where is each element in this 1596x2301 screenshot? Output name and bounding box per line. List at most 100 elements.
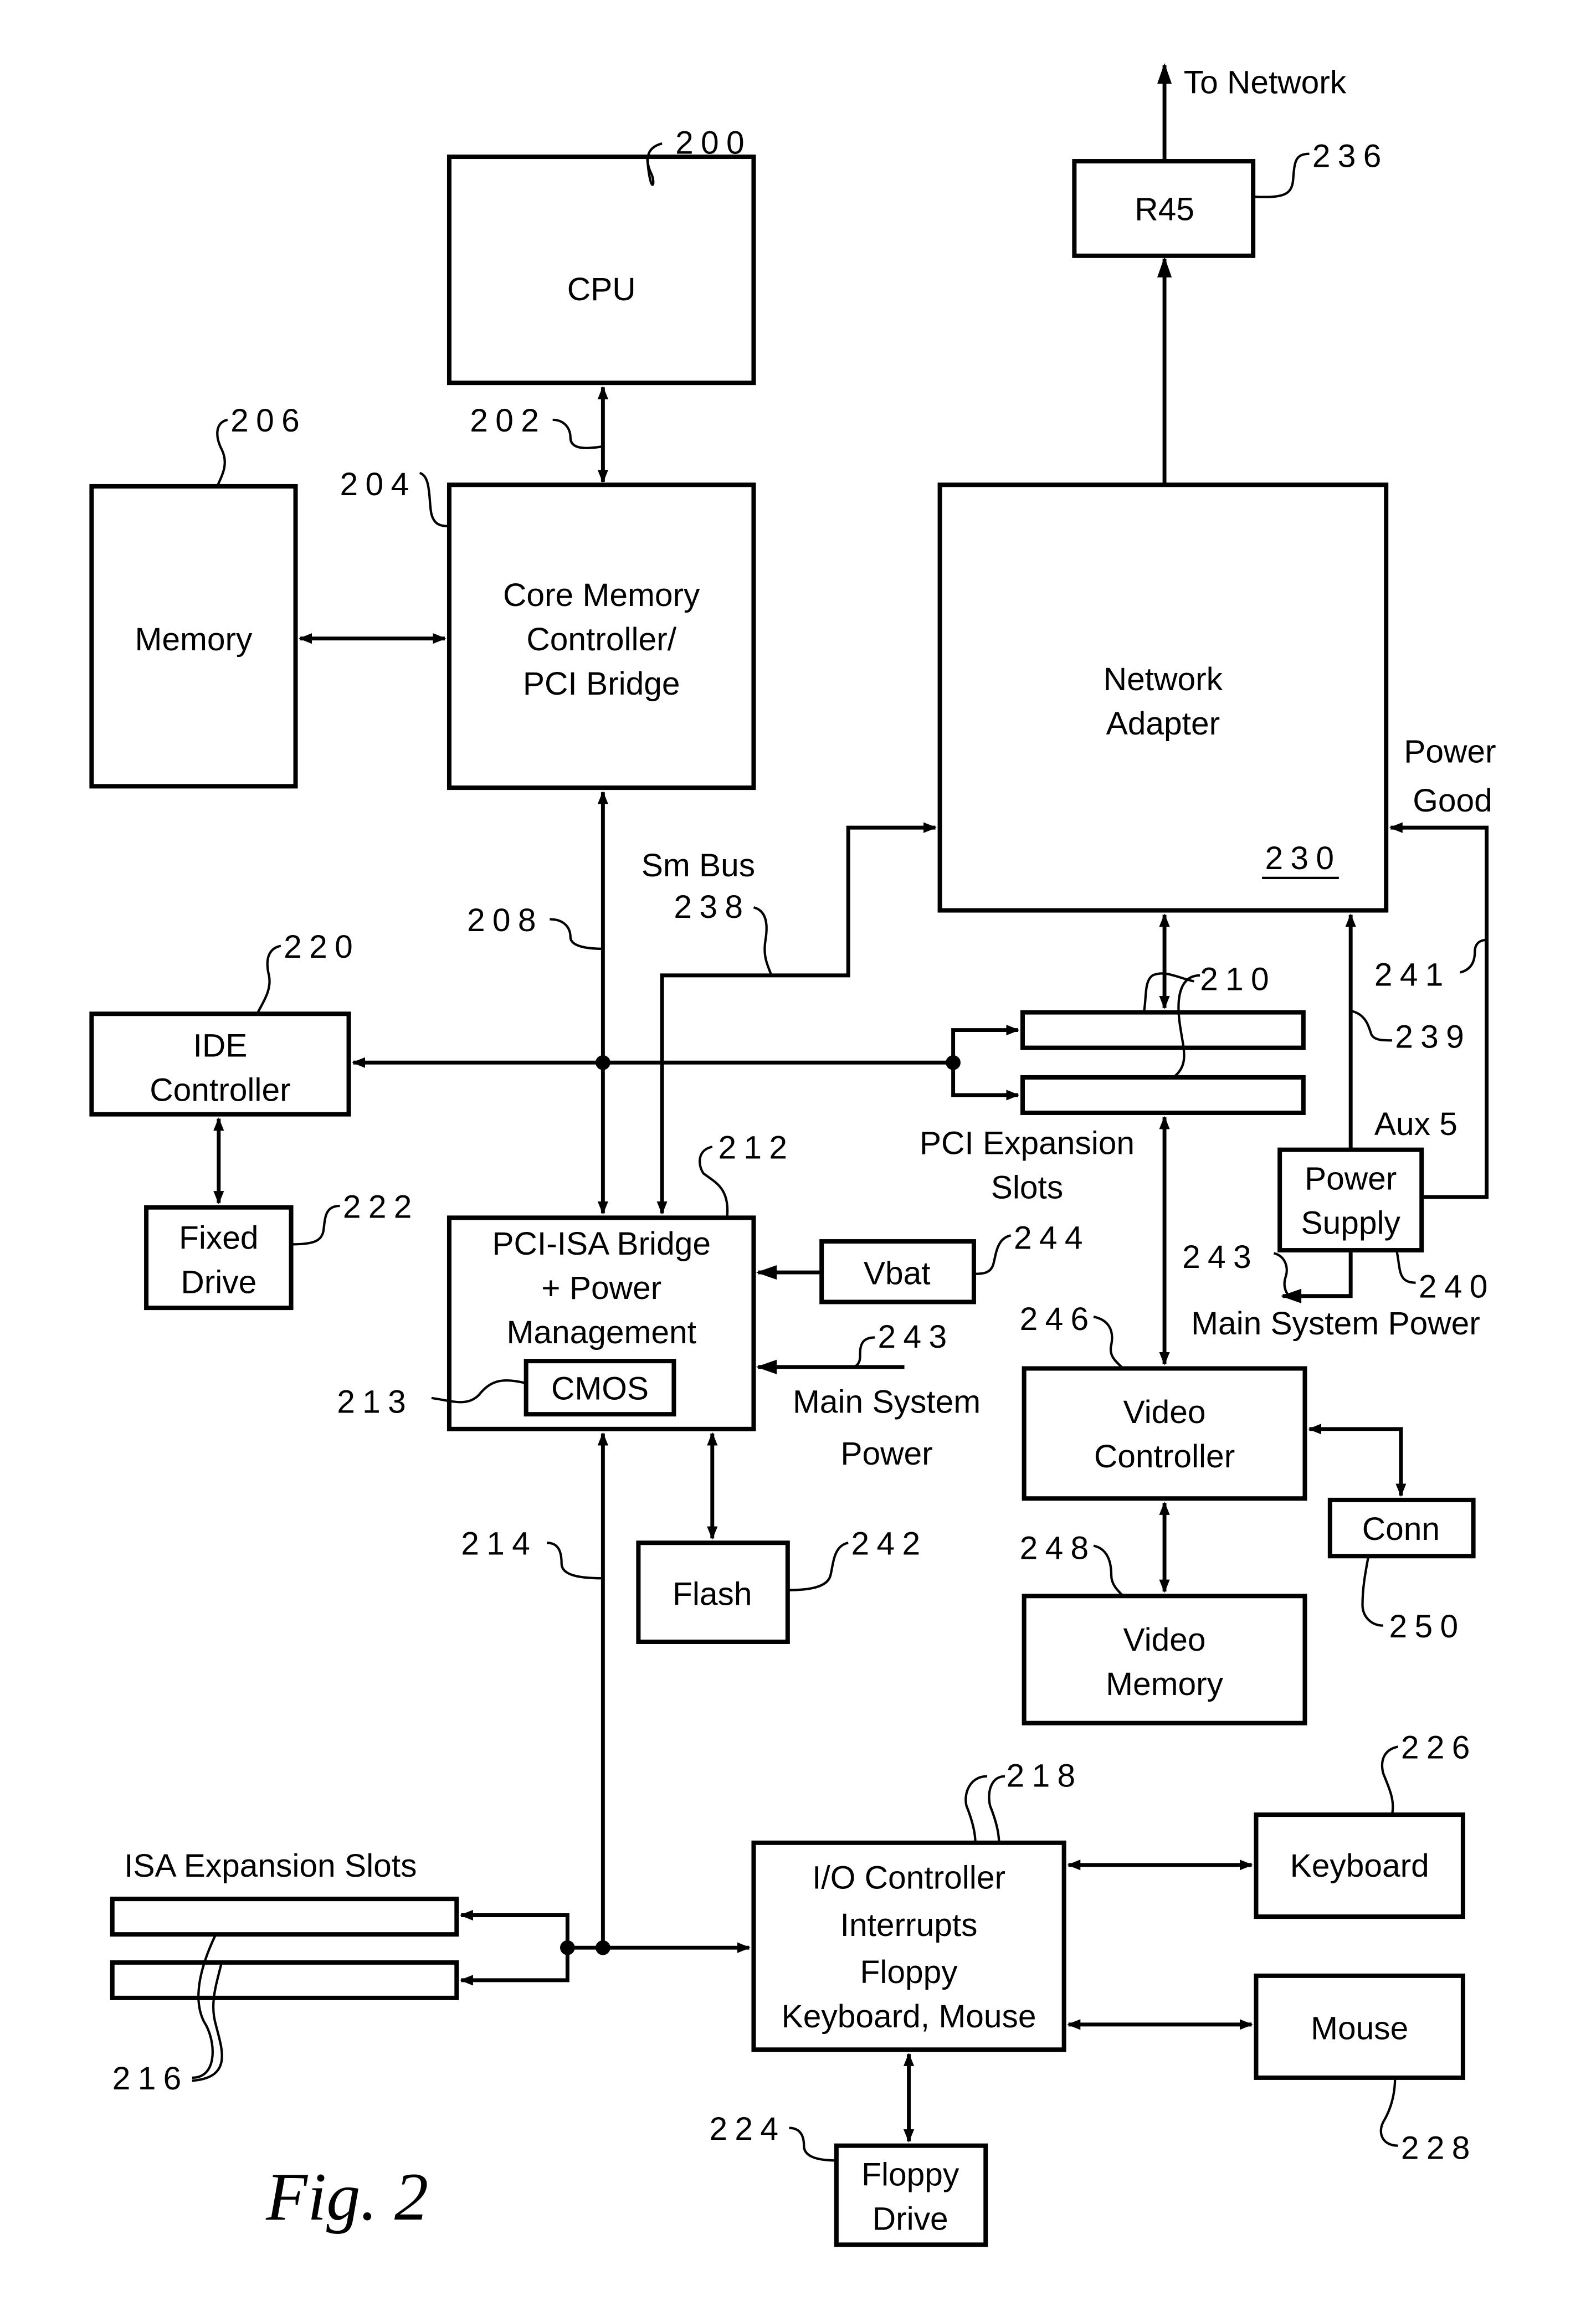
fixed-drive-label-line1: Fixed bbox=[179, 1220, 258, 1256]
wire-video-controller-conn bbox=[1308, 1424, 1407, 1497]
leader-224 bbox=[789, 2127, 837, 2162]
ref-isa-slots: 216 bbox=[112, 2061, 189, 2097]
system-block-diagram: CPU 200 Core Memory Controller/ PCI Brid… bbox=[89, 63, 1496, 2247]
bridge-label-line2: + Power bbox=[541, 1270, 661, 1306]
leader-222 bbox=[291, 1204, 340, 1246]
ref-keyboard: 226 bbox=[1401, 1730, 1477, 1766]
ref-network-adapter: 230 bbox=[1265, 840, 1341, 876]
ref-main-system-power-bridge: 243 bbox=[878, 1319, 954, 1355]
ref-bridge: 212 bbox=[718, 1130, 794, 1166]
video-memory-block: Video Memory bbox=[1022, 1594, 1307, 1725]
isa-slot-2 bbox=[110, 1960, 459, 2000]
junction-isa-bus bbox=[596, 1940, 610, 1955]
ide-controller-block: IDE Controller bbox=[89, 1011, 351, 1117]
ref-flash: 242 bbox=[851, 1526, 928, 1562]
ref-r45: 236 bbox=[1312, 138, 1389, 174]
ref-main-system-power-ps: 243 bbox=[1182, 1239, 1259, 1275]
ref-pci-bus: 208 bbox=[467, 902, 543, 938]
flash-block: Flash bbox=[636, 1540, 790, 1644]
fixed-drive-label-line2: Drive bbox=[181, 1264, 256, 1300]
cmc-label-line1: Core Memory bbox=[503, 577, 700, 613]
wire-to-isa-slot-1 bbox=[459, 1909, 569, 1948]
cmos-label: CMOS bbox=[551, 1370, 649, 1406]
r45-label: R45 bbox=[1135, 192, 1194, 228]
video-memory-label-line2: Memory bbox=[1106, 1666, 1224, 1702]
floppy-drive-label-line1: Floppy bbox=[861, 2157, 959, 2193]
leader-244 bbox=[973, 1234, 1012, 1275]
main-system-power-bridge-label-line2: Power bbox=[840, 1436, 932, 1472]
power-good-label-line2: Good bbox=[1413, 783, 1492, 819]
main-system-power-ps-243 bbox=[1280, 1250, 1353, 1303]
fixed-drive-block: Fixed Drive bbox=[144, 1205, 294, 1311]
ref-power-good: 241 bbox=[1374, 957, 1451, 993]
keyboard-block: Keyboard bbox=[1254, 1812, 1465, 1919]
main-system-power-bridge-label-line1: Main System bbox=[793, 1384, 981, 1420]
figure-label: Fig. 2 bbox=[265, 2159, 428, 2235]
leader-206 bbox=[216, 418, 228, 487]
ref-vbat: 244 bbox=[1014, 1220, 1090, 1256]
leader-239 bbox=[1350, 1009, 1392, 1042]
isa-slot-1 bbox=[110, 1897, 459, 1937]
ref-fixed-drive: 222 bbox=[343, 1189, 419, 1225]
ref-conn: 250 bbox=[1389, 1609, 1466, 1645]
junction-pci-bus bbox=[596, 1055, 610, 1070]
power-supply-label-line2: Supply bbox=[1301, 1205, 1400, 1241]
wire-to-pci-slot-1 bbox=[951, 1024, 1020, 1063]
sm-bus-238 bbox=[656, 822, 937, 1215]
ref-mouse: 228 bbox=[1401, 2130, 1477, 2166]
cmc-label-line2: Controller/ bbox=[526, 622, 676, 658]
pci-slot-2 bbox=[1020, 1075, 1306, 1115]
aux5-label: Aux 5 bbox=[1374, 1106, 1458, 1142]
leader-208 bbox=[550, 918, 603, 951]
flash-label: Flash bbox=[673, 1576, 752, 1612]
keyboard-label: Keyboard bbox=[1290, 1848, 1429, 1884]
ref-ide: 220 bbox=[284, 929, 360, 965]
leader-218-b bbox=[964, 1775, 988, 1843]
memory-label: Memory bbox=[135, 622, 253, 658]
leader-214 bbox=[546, 1542, 603, 1580]
leader-226 bbox=[1381, 1745, 1399, 1815]
video-controller-block: Video Controller bbox=[1022, 1366, 1307, 1501]
wire-to-pci-slot-2 bbox=[951, 1062, 1020, 1101]
leader-228 bbox=[1379, 2077, 1398, 2147]
mouse-label: Mouse bbox=[1311, 2011, 1408, 2047]
cpu-label: CPU bbox=[567, 271, 636, 307]
ref-sm-bus: 238 bbox=[674, 889, 750, 925]
ref-memory: 206 bbox=[230, 403, 307, 439]
power-supply-block: Power Supply bbox=[1277, 1147, 1424, 1253]
ref-isa-bus: 214 bbox=[461, 1526, 537, 1562]
main-system-power-ps-label: Main System Power bbox=[1191, 1306, 1480, 1342]
leader-242 bbox=[787, 1542, 849, 1591]
ide-label-line2: Controller bbox=[150, 1072, 290, 1108]
conn-label: Conn bbox=[1362, 1511, 1440, 1547]
ref-floppy-drive: 224 bbox=[709, 2111, 786, 2147]
ref-cmos: 213 bbox=[337, 1384, 413, 1420]
isa-slots-label: ISA Expansion Slots bbox=[124, 1848, 417, 1884]
ref-power-supply: 240 bbox=[1419, 1268, 1495, 1304]
pci-slots-label-line1: PCI Expansion bbox=[920, 1126, 1135, 1162]
ref-pci-slots: 210 bbox=[1200, 962, 1276, 998]
network-adapter-label-line2: Adapter bbox=[1106, 706, 1220, 742]
pci-expansion-slots: PCI Expansion Slots bbox=[920, 1010, 1306, 1206]
leader-243-bridge bbox=[853, 1336, 875, 1368]
vbat-block: Vbat bbox=[819, 1239, 976, 1304]
cpu-block: CPU bbox=[447, 155, 756, 386]
pci-slot-1 bbox=[1020, 1010, 1306, 1050]
ref-host-bus: 202 bbox=[470, 403, 546, 439]
network-adapter-label-line1: Network bbox=[1104, 661, 1223, 697]
leader-241 bbox=[1459, 938, 1487, 974]
leader-240 bbox=[1395, 1250, 1416, 1284]
leader-218-a bbox=[988, 1775, 1005, 1843]
cmos-block: CMOS bbox=[524, 1359, 676, 1417]
core-memory-controller-block: Core Memory Controller/ PCI Bridge bbox=[447, 482, 756, 790]
leader-220 bbox=[256, 944, 281, 1015]
leader-236 bbox=[1253, 152, 1310, 198]
r45-block: R45 bbox=[1072, 159, 1256, 258]
video-memory-label-line1: Video bbox=[1123, 1622, 1206, 1658]
power-supply-label-line1: Power bbox=[1305, 1161, 1397, 1197]
video-controller-label-line2: Controller bbox=[1094, 1439, 1235, 1475]
memory-block: Memory bbox=[89, 484, 298, 789]
network-adapter-block: Network Adapter 230 bbox=[937, 482, 1389, 913]
bridge-label-line3: Management bbox=[506, 1314, 696, 1350]
bridge-label-line1: PCI-ISA Bridge bbox=[492, 1226, 711, 1262]
